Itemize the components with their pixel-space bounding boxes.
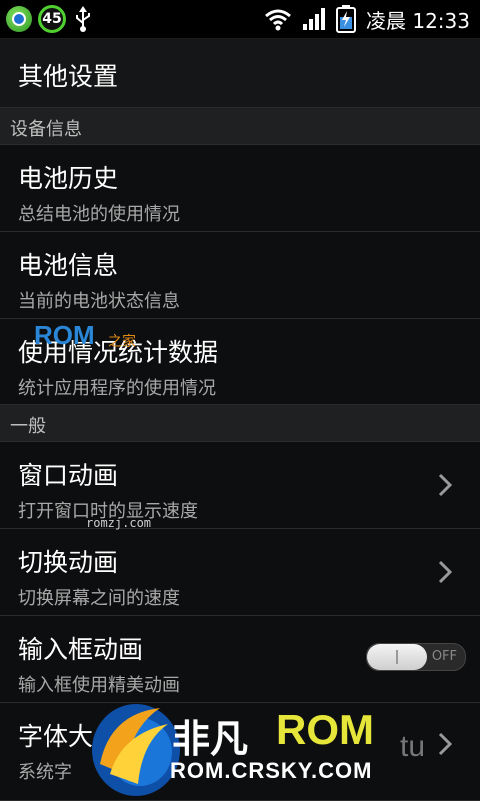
crsky-logo-watermark: 非凡 ROM ROM.CRSKY.COM tu — [80, 694, 440, 800]
tu-watermark: tu — [400, 730, 426, 763]
status-clock: 凌晨 12:33 — [366, 5, 470, 34]
rom-watermark: ROM — [34, 320, 95, 350]
settings-item-summary: 总结电池的使用情况 — [18, 204, 180, 225]
toggle-state-label: OFF — [431, 649, 457, 664]
settings-item-battery-history[interactable]: 电池历史 总结电池的使用情况 — [0, 145, 480, 232]
section-header-label: 设备信息 — [10, 119, 82, 140]
status-bar-left: 45 — [6, 4, 94, 34]
time-period: 凌晨 — [366, 8, 406, 33]
status-bar-right: 凌晨 12:33 — [264, 4, 470, 34]
settings-item-summary: 系统字 — [18, 762, 72, 783]
settings-item-window-animation[interactable]: 窗口动画 打开窗口时的显示速度 — [0, 442, 480, 529]
settings-item-summary: 切换屏幕之间的速度 — [18, 588, 180, 609]
toggle-knob — [367, 644, 427, 670]
settings-item-summary: 统计应用程序的使用情况 — [18, 378, 216, 399]
feifan-logo-rom: ROM — [276, 706, 374, 753]
settings-item-title: 切换动画 — [18, 548, 119, 577]
status-bar: 45 凌晨 12:33 — [0, 0, 480, 39]
section-header-general: 一般 — [0, 405, 480, 442]
romzj-url-watermark: romzj.com — [86, 516, 152, 530]
rom-watermark-subtitle: 之家 — [108, 334, 136, 350]
settings-item-transition-animation[interactable]: 切换动画 切换屏幕之间的速度 — [0, 529, 480, 616]
settings-item-title: 电池信息 — [18, 251, 119, 280]
wifi-icon — [265, 9, 291, 31]
chevron-right-icon — [438, 473, 453, 497]
crsky-site-text: ROM.CRSKY.COM — [170, 758, 373, 783]
section-header-label: 一般 — [10, 416, 46, 437]
settings-item-input-animation[interactable]: 输入框动画 输入框使用精美动画 OFF — [0, 616, 480, 703]
settings-item-title: 输入框动画 — [18, 635, 144, 664]
settings-item-summary: 当前的电池状态信息 — [18, 291, 180, 312]
section-header-device-info: 设备信息 — [0, 108, 480, 145]
feifan-logo-text: 非凡 — [172, 719, 249, 761]
title-bar: 其他设置 — [0, 39, 480, 108]
page-title: 其他设置 — [18, 62, 119, 91]
chevron-right-icon — [438, 560, 453, 584]
notification-count-badge: 45 — [38, 5, 66, 33]
battery-charging-icon — [336, 5, 356, 33]
usb-icon — [76, 6, 90, 32]
input-animation-toggle[interactable]: OFF — [366, 643, 466, 671]
settings-item-title: 电池历史 — [18, 164, 119, 193]
settings-item-battery-info[interactable]: 电池信息 当前的电池状态信息 — [0, 232, 480, 319]
signal-icon — [303, 8, 325, 30]
app-circle-icon — [6, 6, 32, 32]
settings-item-title: 窗口动画 — [18, 461, 119, 490]
time: 12:33 — [412, 8, 470, 33]
crsky-logo-icon — [92, 704, 180, 796]
